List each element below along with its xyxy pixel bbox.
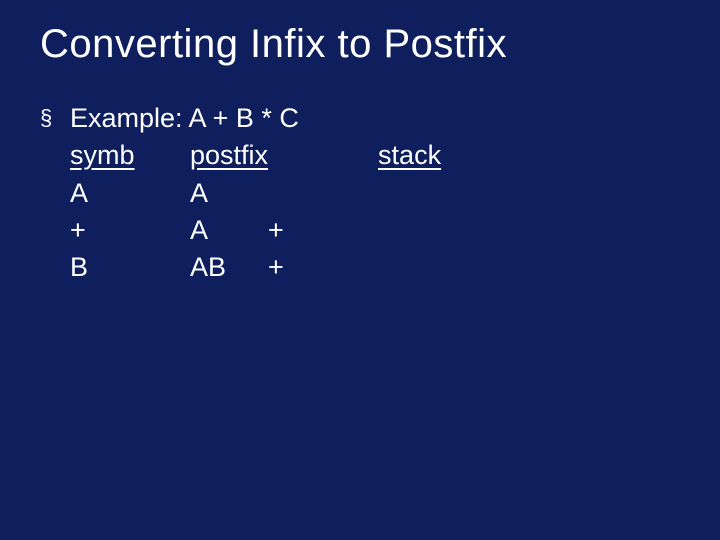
header-postfix-spacer	[268, 137, 378, 174]
cell-stack	[378, 249, 548, 286]
table-row: + A +	[70, 212, 548, 249]
cell-symb: B	[70, 249, 190, 286]
example-text: Example: A + B * C	[70, 100, 299, 137]
header-stack: stack	[378, 137, 548, 174]
table-row: B AB +	[70, 249, 548, 286]
cell-postfix-b	[268, 175, 378, 212]
cell-stack	[378, 175, 548, 212]
cell-postfix-a: A	[190, 212, 268, 249]
cell-stack	[378, 212, 548, 249]
bullet-item: § Example: A + B * C	[40, 100, 548, 137]
slide-title: Converting Infix to Postfix	[40, 22, 507, 67]
cell-postfix-b: +	[268, 212, 378, 249]
conversion-table: symb postfix stack A A + A +	[70, 137, 548, 286]
slide: Converting Infix to Postfix § Example: A…	[0, 0, 720, 540]
cell-symb: A	[70, 175, 190, 212]
bullet-marker-icon: §	[40, 100, 70, 135]
table-header-row: symb postfix stack	[70, 137, 548, 174]
cell-postfix-a: A	[190, 175, 268, 212]
table-row: A A	[70, 175, 548, 212]
header-postfix: postfix	[190, 137, 268, 174]
header-symb: symb	[70, 137, 190, 174]
slide-body: § Example: A + B * C symb postfix stack …	[40, 100, 548, 286]
cell-postfix-a: AB	[190, 249, 268, 286]
cell-symb: +	[70, 212, 190, 249]
cell-postfix-b: +	[268, 249, 378, 286]
